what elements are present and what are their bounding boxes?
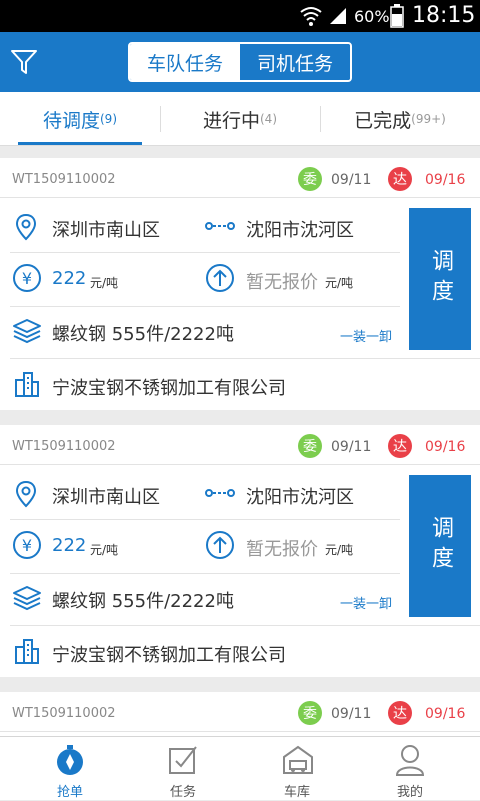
load-type-tag: 一装一卸	[340, 597, 393, 612]
cargo-text: 螺纹钢 555件/2222吨	[52, 324, 234, 345]
price-unit: 元/吨	[90, 543, 119, 557]
commission-date: 09/11	[331, 439, 372, 455]
arrival-badge: 达	[388, 434, 412, 458]
wifi-icon	[300, 7, 322, 26]
user-icon	[395, 745, 425, 776]
tab-count: (4)	[260, 112, 277, 126]
nav-tasks[interactable]: 任务	[123, 737, 243, 801]
price-value: 222	[52, 268, 87, 289]
signal-icon	[330, 8, 346, 24]
dispatch-button[interactable]: 调度	[409, 208, 471, 350]
divider	[10, 573, 400, 574]
quote-text: 暂无报价	[246, 272, 318, 293]
tab-pending-dispatch[interactable]: 待调度 (9)	[0, 92, 160, 146]
tab-count: (99+)	[411, 112, 446, 126]
order-card[interactable]: WT1509110002 委 09/11 达 09/16 深圳市南山区 沈阳市沈…	[0, 425, 480, 677]
order-card[interactable]: WT1509110002 委 09/11 达 09/16	[0, 692, 480, 736]
divider	[10, 358, 480, 359]
active-tab-indicator	[18, 142, 142, 145]
tab-in-progress[interactable]: 进行中 (4)	[160, 92, 320, 146]
tab-label: 已完成	[354, 109, 412, 132]
clock: 18:15	[412, 3, 476, 28]
segment-fleet-tasks[interactable]: 车队任务	[130, 44, 240, 80]
cargo-text: 螺纹钢 555件/2222吨	[52, 591, 234, 612]
quote-text: 暂无报价	[246, 539, 318, 560]
svg-text:¥: ¥	[22, 269, 32, 288]
price-value: 222	[52, 535, 87, 556]
origin-text: 深圳市南山区	[52, 220, 160, 241]
nav-label: 抢单	[56, 785, 83, 800]
order-code: WT1509110002	[12, 172, 116, 187]
divider	[10, 625, 480, 626]
arrival-badge: 达	[388, 701, 412, 725]
task-type-segmented-control: 车队任务 司机任务	[128, 42, 352, 82]
status-bar: 60% 18:15	[0, 0, 480, 32]
location-pin-icon	[15, 480, 37, 508]
layers-icon	[13, 319, 41, 344]
compass-icon	[57, 745, 83, 775]
yuan-icon: ¥	[13, 264, 41, 292]
bottom-navigation: 抢单 任务 车库 我的	[0, 736, 480, 800]
quote-unit: 元/吨	[325, 543, 354, 557]
nav-label: 车库	[283, 785, 310, 800]
order-code: WT1509110002	[12, 706, 116, 721]
destination-text: 沈阳市沈河区	[246, 220, 354, 241]
price-unit: 元/吨	[90, 276, 119, 290]
layers-icon	[13, 586, 41, 611]
company-name: 宁波宝钢不锈钢加工有限公司	[52, 645, 286, 666]
tab-label: 进行中	[202, 109, 260, 132]
company-building-icon	[15, 639, 39, 664]
route-icon	[205, 489, 235, 497]
company-name: 宁波宝钢不锈钢加工有限公司	[52, 378, 286, 399]
divider	[10, 306, 400, 307]
battery-icon	[390, 4, 404, 28]
origin-text: 深圳市南山区	[52, 487, 160, 508]
commission-badge: 委	[298, 434, 322, 458]
filter-icon[interactable]	[10, 48, 38, 76]
yuan-icon: ¥	[13, 531, 41, 559]
tab-count: (9)	[100, 112, 117, 126]
order-code: WT1509110002	[12, 439, 116, 454]
tab-completed[interactable]: 已完成 (99+)	[320, 92, 480, 146]
status-tabs: 待调度 (9) 进行中 (4) 已完成 (99+)	[0, 92, 480, 146]
order-card[interactable]: WT1509110002 委 09/11 达 09/16 深圳市南山区 沈阳市沈…	[0, 158, 480, 410]
divider	[10, 252, 400, 253]
nav-label: 任务	[169, 785, 196, 800]
destination-text: 沈阳市沈河区	[246, 487, 354, 508]
nav-garage[interactable]: 车库	[237, 737, 357, 801]
nav-label: 我的	[396, 785, 423, 800]
arrival-badge: 达	[388, 167, 412, 191]
commission-badge: 委	[298, 701, 322, 725]
location-pin-icon	[15, 213, 37, 241]
company-building-icon	[15, 372, 39, 397]
arrow-up-circle-icon	[206, 264, 234, 292]
dispatch-button[interactable]: 调度	[409, 475, 471, 617]
commission-date: 09/11	[331, 172, 372, 188]
commission-badge: 委	[298, 167, 322, 191]
arrival-date: 09/16	[425, 706, 466, 722]
nav-profile[interactable]: 我的	[350, 737, 470, 801]
divider	[10, 519, 400, 520]
tab-label: 待调度	[42, 109, 100, 132]
route-icon	[205, 222, 235, 230]
nav-grab-orders[interactable]: 抢单	[10, 737, 130, 801]
load-type-tag: 一装一卸	[340, 330, 393, 345]
app-header: 车队任务 司机任务	[0, 32, 480, 92]
arrival-date: 09/16	[425, 439, 466, 455]
quote-unit: 元/吨	[325, 276, 354, 290]
checklist-icon	[169, 746, 197, 774]
arrival-date: 09/16	[425, 172, 466, 188]
svg-text:¥: ¥	[22, 536, 32, 555]
battery-percent: 60%	[354, 7, 390, 26]
garage-icon	[283, 745, 313, 774]
segment-driver-tasks[interactable]: 司机任务	[240, 44, 350, 80]
commission-date: 09/11	[331, 706, 372, 722]
arrow-up-circle-icon	[206, 531, 234, 559]
